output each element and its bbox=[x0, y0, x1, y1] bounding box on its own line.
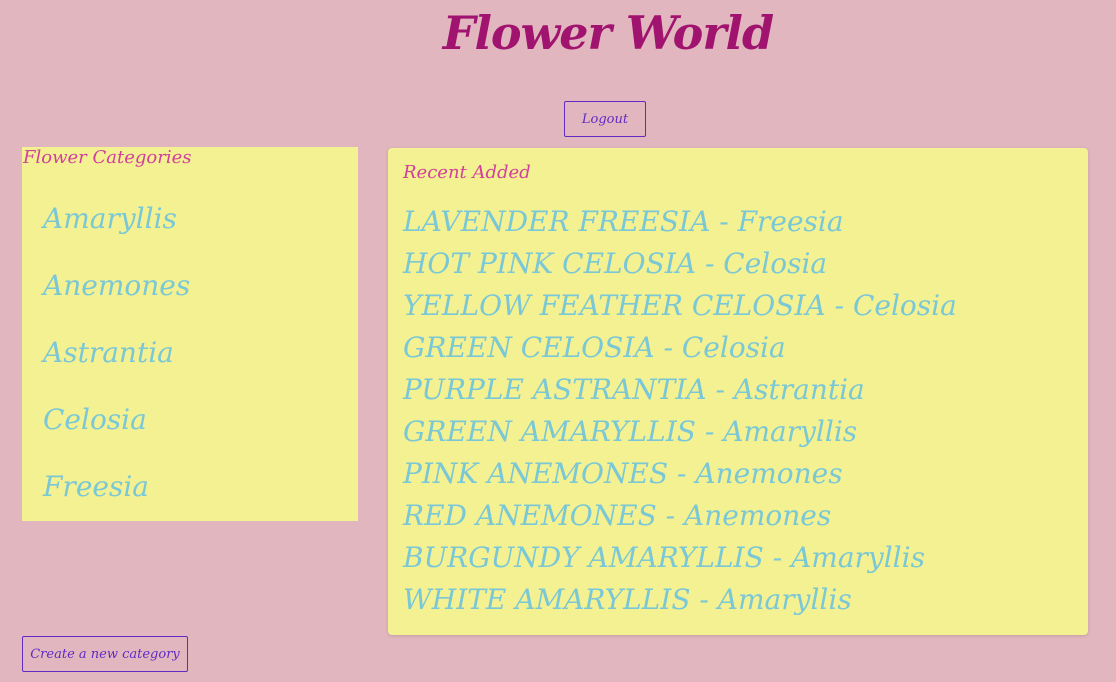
recent-item-link[interactable]: GREEN AMARYLLIS - Amaryllis bbox=[403, 411, 957, 453]
page-title: Flower World bbox=[442, 6, 774, 60]
category-link[interactable]: Anemones bbox=[43, 264, 190, 331]
create-category-button[interactable]: Create a new category bbox=[22, 636, 188, 672]
recent-added-heading: Recent Added bbox=[403, 162, 531, 183]
recent-item-link[interactable]: PINK ANEMONES - Anemones bbox=[403, 453, 957, 495]
categories-heading: Flower Categories bbox=[23, 147, 192, 168]
category-link[interactable]: Astrantia bbox=[43, 331, 190, 398]
recent-item-link[interactable]: YELLOW FEATHER CELOSIA - Celosia bbox=[403, 285, 957, 327]
recent-item-link[interactable]: LAVENDER FREESIA - Freesia bbox=[403, 201, 957, 243]
categories-panel: Flower Categories Amaryllis Anemones Ast… bbox=[22, 147, 358, 521]
category-link[interactable]: Celosia bbox=[43, 398, 190, 465]
category-link[interactable]: Freesia bbox=[43, 465, 190, 532]
recent-item-link[interactable]: GREEN CELOSIA - Celosia bbox=[403, 327, 957, 369]
recent-item-link[interactable]: BURGUNDY AMARYLLIS - Amaryllis bbox=[403, 537, 957, 579]
recent-added-list: LAVENDER FREESIA - Freesia HOT PINK CELO… bbox=[403, 201, 957, 621]
logout-button[interactable]: Logout bbox=[564, 101, 646, 137]
recent-item-link[interactable]: RED ANEMONES - Anemones bbox=[403, 495, 957, 537]
recent-added-panel: Recent Added LAVENDER FREESIA - Freesia … bbox=[388, 148, 1088, 635]
recent-item-link[interactable]: PURPLE ASTRANTIA - Astrantia bbox=[403, 369, 957, 411]
recent-item-link[interactable]: HOT PINK CELOSIA - Celosia bbox=[403, 243, 957, 285]
category-list: Amaryllis Anemones Astrantia Celosia Fre… bbox=[43, 197, 190, 532]
page: Flower World Logout Flower Categories Am… bbox=[0, 0, 1116, 682]
category-link[interactable]: Amaryllis bbox=[43, 197, 190, 264]
recent-item-link[interactable]: WHITE AMARYLLIS - Amaryllis bbox=[403, 579, 957, 621]
